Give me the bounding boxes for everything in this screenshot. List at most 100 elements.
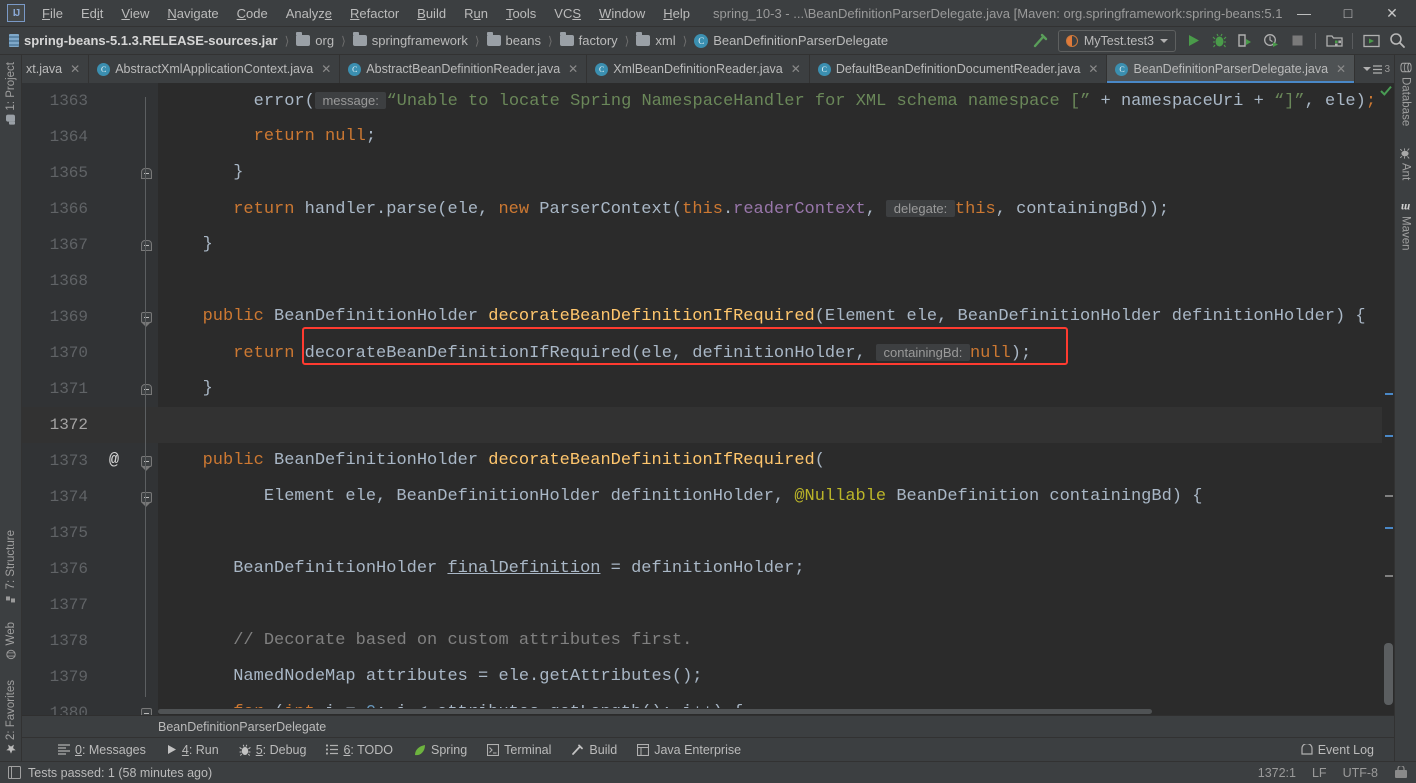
close-button[interactable]: ✕ <box>1370 0 1414 27</box>
sidebar-item-project[interactable]: 1: Project <box>4 59 18 125</box>
code-line[interactable]: return null; <box>158 119 1382 155</box>
sidebar-item-structure[interactable]: 7: Structure <box>4 527 18 605</box>
fold-marker[interactable] <box>134 455 158 471</box>
toolwindow-todo[interactable]: 6: TODO <box>316 741 403 759</box>
fold-marker[interactable] <box>134 491 158 507</box>
open-terminal-icon[interactable] <box>1358 29 1384 53</box>
code-line[interactable]: } <box>158 155 1382 191</box>
close-icon[interactable]: ✕ <box>1088 62 1098 76</box>
scrollbar-thumb[interactable] <box>158 709 1152 714</box>
menu-item-file[interactable]: File <box>33 2 72 25</box>
close-icon[interactable]: ✕ <box>70 62 80 76</box>
menu-item-window[interactable]: Window <box>590 2 654 25</box>
code-line[interactable]: return decorateBeanDefinitionIfRequired(… <box>158 335 1382 371</box>
code-line[interactable]: public BeanDefinitionHolder decorateBean… <box>158 299 1382 335</box>
gutter-row[interactable]: 1365 <box>22 155 158 191</box>
breadcrumb-item-springframework[interactable]: springframework <box>350 31 471 50</box>
run-configuration-selector[interactable]: MyTest.test3 <box>1057 29 1176 52</box>
gutter-row[interactable]: 1369 <box>22 299 158 335</box>
debug-icon[interactable] <box>1206 29 1232 53</box>
fold-toggle-icon[interactable] <box>140 167 152 179</box>
gutter-row[interactable]: 1377 <box>22 587 158 623</box>
gutter-row[interactable]: 1368 <box>22 263 158 299</box>
code-line[interactable]: } <box>158 227 1382 263</box>
fold-toggle-icon[interactable] <box>140 239 152 251</box>
menu-item-navigate[interactable]: Navigate <box>158 2 227 25</box>
maximize-button[interactable]: □ <box>1326 0 1370 27</box>
gutter-row[interactable]: 1366 <box>22 191 158 227</box>
profiler-icon[interactable] <box>1258 29 1284 53</box>
gutter-row[interactable]: 1378 <box>22 623 158 659</box>
gutter-annotation[interactable]: @ <box>94 443 134 479</box>
close-icon[interactable]: ✕ <box>791 62 801 76</box>
editor-tab-3[interactable]: C XmlBeanDefinitionReader.java ✕ <box>587 55 810 83</box>
editor-marker-bar[interactable] <box>1380 83 1394 715</box>
caret-position[interactable]: 1372:1 <box>1258 766 1296 780</box>
close-icon[interactable]: ✕ <box>568 62 578 76</box>
fold-marker[interactable] <box>134 239 158 251</box>
search-everywhere-icon[interactable] <box>1384 29 1410 53</box>
sidebar-item-ant[interactable]: Ant <box>1399 145 1413 183</box>
code-line[interactable]: NamedNodeMap attributes = ele.getAttribu… <box>158 659 1382 695</box>
sidebar-item-web[interactable]: Web <box>4 619 18 662</box>
minimize-button[interactable]: — <box>1282 0 1326 27</box>
menu-item-build[interactable]: Build <box>408 2 455 25</box>
code-line[interactable]: public BeanDefinitionHolder decorateBean… <box>158 443 1382 479</box>
gutter-row[interactable]: 1375 <box>22 515 158 551</box>
vertical-scrollbar-thumb[interactable] <box>1384 643 1393 705</box>
line-separator[interactable]: LF <box>1312 766 1327 780</box>
code-line[interactable]: error( message: “Unable to locate Spring… <box>158 83 1382 119</box>
editor-tab-5[interactable]: C BeanDefinitionParserDelegate.java ✕ <box>1107 55 1356 83</box>
inspection-ok-icon[interactable] <box>1380 85 1392 97</box>
gutter-row[interactable]: 1380 <box>22 695 158 715</box>
code-line[interactable]: // Decorate based on custom attributes f… <box>158 623 1382 659</box>
fold-toggle-icon[interactable] <box>140 455 152 471</box>
fold-toggle-icon[interactable] <box>140 707 152 715</box>
hammer-icon[interactable] <box>1028 29 1054 53</box>
code-line[interactable]: Element ele, BeanDefinitionHolder defini… <box>158 479 1382 515</box>
code-line[interactable] <box>158 407 1382 443</box>
fold-marker[interactable] <box>134 383 158 395</box>
file-encoding[interactable]: UTF-8 <box>1343 766 1378 780</box>
gutter-row[interactable]: 1373 @ <box>22 443 158 479</box>
editor-gutter[interactable]: 1363 1364 1365 1366 1367 1368 1369 1370 1371 1372… <box>22 83 158 715</box>
menu-item-analyze[interactable]: Analyze <box>277 2 341 25</box>
editor-tab-2[interactable]: C AbstractBeanDefinitionReader.java ✕ <box>340 55 588 83</box>
hidden-tabs-button[interactable]: 3 <box>1363 64 1390 75</box>
run-with-coverage-icon[interactable] <box>1232 29 1258 53</box>
fold-marker[interactable] <box>134 167 158 179</box>
code-line[interactable]: } <box>158 371 1382 407</box>
fold-toggle-icon[interactable] <box>140 311 152 327</box>
gutter-row[interactable]: 1372 <box>22 407 158 443</box>
toolwindow-event-log[interactable]: Event Log <box>1291 741 1384 759</box>
gutter-row[interactable]: 1363 <box>22 83 158 119</box>
editor-tab-0[interactable]: xt.java ✕ <box>22 55 90 83</box>
sidebar-item-database[interactable]: Database <box>1399 59 1413 129</box>
breadcrumb-item-jar[interactable]: spring-beans-5.1.3.RELEASE-sources.jar <box>6 31 281 50</box>
gutter-row[interactable]: 1374 <box>22 479 158 515</box>
menu-item-help[interactable]: Help <box>654 2 699 25</box>
code-line[interactable] <box>158 587 1382 623</box>
project-structure-icon[interactable] <box>1321 29 1347 53</box>
close-icon[interactable]: ✕ <box>321 62 331 76</box>
status-message-area[interactable]: Tests passed: 1 (58 minutes ago) <box>8 766 212 780</box>
menu-item-view[interactable]: View <box>112 2 158 25</box>
gutter-row[interactable]: 1367 <box>22 227 158 263</box>
toolwindow-run[interactable]: 4: Run <box>156 741 229 759</box>
gutter-row[interactable]: 1376 <box>22 551 158 587</box>
menu-item-refactor[interactable]: Refactor <box>341 2 408 25</box>
sidebar-item-favorites[interactable]: 2: Favorites <box>4 677 18 757</box>
editor-tab-4[interactable]: C DefaultBeanDefinitionDocumentReader.ja… <box>810 55 1108 83</box>
code-line[interactable] <box>158 263 1382 299</box>
gutter-row[interactable]: 1370 <box>22 335 158 371</box>
fold-marker[interactable] <box>134 707 158 715</box>
menu-item-vcs[interactable]: VCS <box>545 2 590 25</box>
breadcrumb-item-factory[interactable]: factory <box>557 31 621 50</box>
code-line[interactable]: BeanDefinitionHolder finalDefinition = d… <box>158 551 1382 587</box>
toolwindow-debug[interactable]: 5: Debug <box>229 741 317 759</box>
fold-marker[interactable] <box>134 311 158 327</box>
toolwindow-spring[interactable]: Spring <box>403 741 477 759</box>
read-only-icon[interactable] <box>1394 766 1408 779</box>
code-line[interactable]: return handler.parse(ele, new ParserCont… <box>158 191 1382 227</box>
toolwindow-terminal[interactable]: Terminal <box>477 741 561 759</box>
